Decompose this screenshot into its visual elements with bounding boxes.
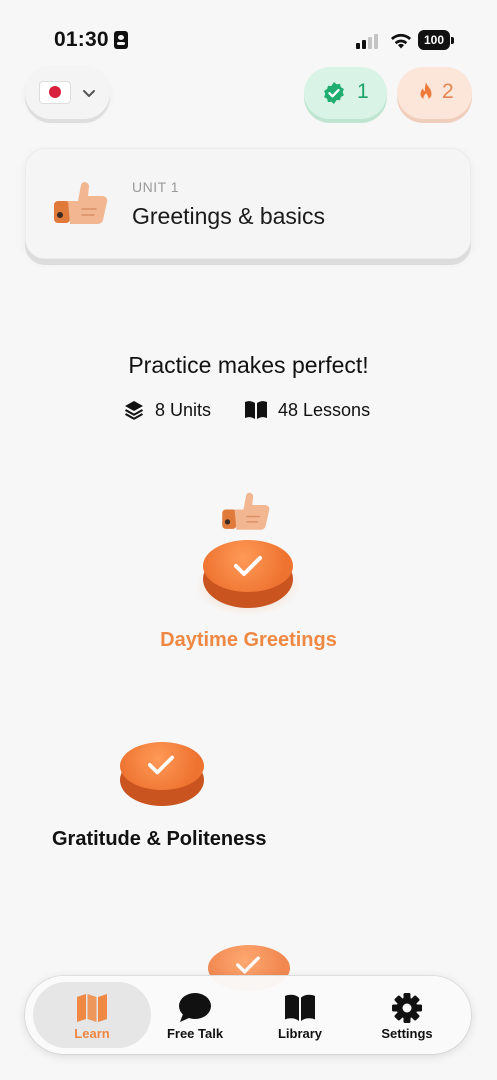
tab-settings[interactable]: Settings [352, 982, 462, 1048]
units-count: 8 Units [155, 399, 212, 420]
streak-count: 2 [442, 80, 454, 103]
flame-icon [420, 82, 432, 101]
contact-card-icon [114, 31, 128, 49]
unit-stats: 8 Units 48 Lessons [123, 398, 383, 422]
unit-title: Greetings & basics [132, 203, 326, 229]
map-icon [77, 994, 107, 1022]
tab-bar: Learn Free Talk Library Settings [25, 976, 471, 1054]
lesson-node-gratitude-politeness[interactable] [120, 742, 204, 806]
japan-flag-icon [40, 82, 70, 103]
verified-check-icon [324, 82, 344, 104]
streak-badge[interactable]: 2 [397, 67, 472, 119]
lesson-title[interactable]: Daytime Greetings [0, 629, 497, 652]
checkmark-icon [234, 556, 262, 576]
tagline: Practice makes perfect! [128, 352, 369, 378]
tab-learn[interactable]: Learn [33, 982, 151, 1048]
chevron-down-icon [83, 90, 95, 97]
xp-badge[interactable]: 1 [304, 67, 387, 119]
book-icon [285, 994, 315, 1021]
unit-card[interactable]: UNIT 1 Greetings & basics [25, 148, 471, 259]
tab-label: Learn [74, 1026, 110, 1041]
battery-icon: 100 [418, 30, 454, 50]
battery-level: 100 [418, 30, 450, 50]
checkmark-icon [236, 956, 260, 974]
tab-free-talk[interactable]: Free Talk [140, 982, 250, 1048]
language-selector[interactable] [25, 67, 110, 119]
lessons-stat: 48 Lessons [244, 398, 370, 422]
lesson-node-daytime-greetings[interactable] [193, 492, 303, 620]
checkmark-icon [147, 755, 174, 775]
open-book-icon [245, 401, 267, 419]
tab-label: Settings [381, 1026, 433, 1041]
wifi-icon [391, 33, 411, 49]
status-bar: 01:30 100 [0, 0, 497, 60]
units-stat: 8 Units [123, 398, 211, 422]
gear-icon [392, 993, 422, 1023]
tab-label: Free Talk [166, 1026, 224, 1041]
xp-count: 1 [357, 80, 369, 103]
cellular-signal-icon [356, 33, 382, 49]
status-time: 01:30 [54, 28, 109, 51]
speech-bubble-icon [179, 993, 211, 1022]
thumbs-up-icon [222, 492, 270, 530]
thumbs-up-icon [54, 182, 108, 224]
lessons-count: 48 Lessons [278, 399, 371, 420]
tab-library[interactable]: Library [245, 982, 355, 1048]
unit-number: UNIT 1 [132, 179, 180, 195]
tab-label: Library [277, 1026, 323, 1041]
layers-icon [125, 401, 143, 420]
lesson-title[interactable]: Gratitude & Politeness [52, 828, 267, 851]
